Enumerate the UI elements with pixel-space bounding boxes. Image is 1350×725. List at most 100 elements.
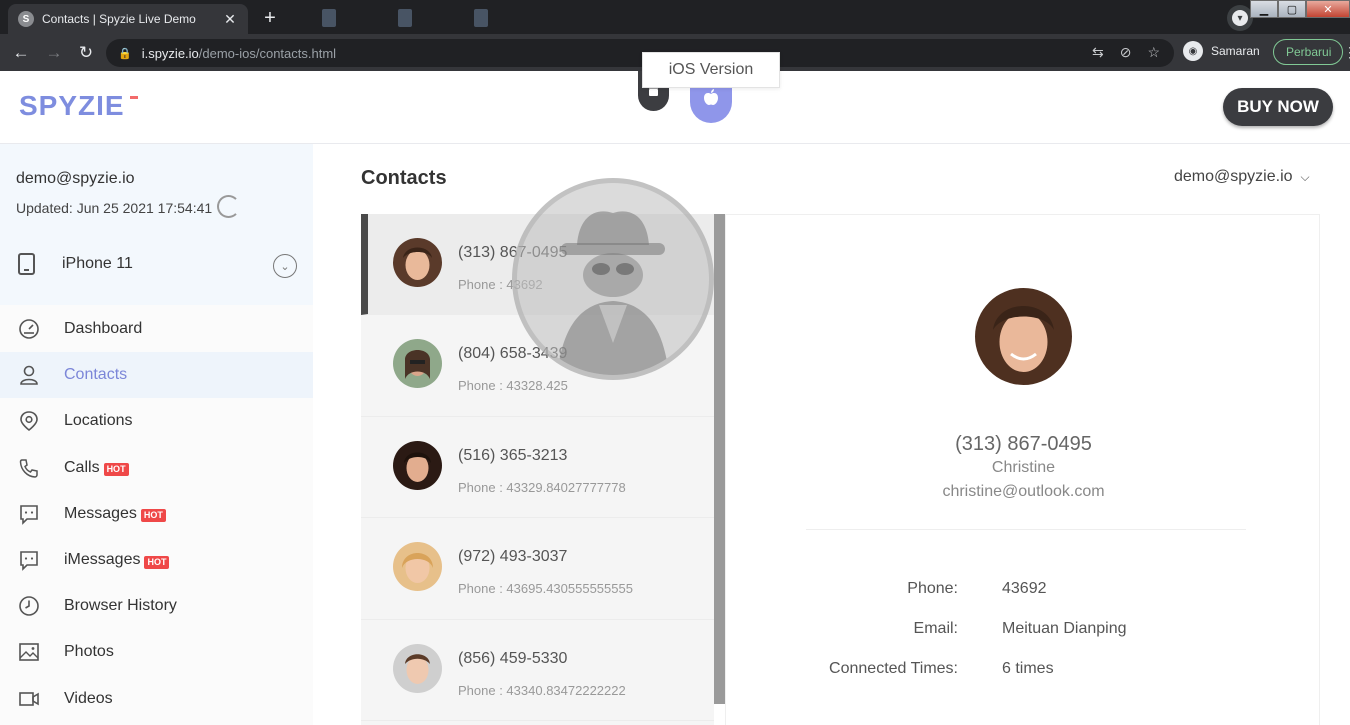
tracking-blocked-eye-icon[interactable]: ⊘ [1120, 44, 1132, 61]
device-selector[interactable]: iPhone 11 [18, 253, 133, 275]
hot-badge: HOT [140, 509, 166, 523]
back-arrow-icon[interactable]: ← [8, 40, 34, 66]
contact-detail-phone: (313) 867-0495 [955, 433, 1092, 455]
contact-list-item[interactable]: (516) 365-3213 Phone : 43329.84027777778 [361, 417, 714, 519]
background-tab-icon[interactable] [322, 9, 336, 27]
phone-call-icon [18, 457, 40, 479]
contact-avatar [393, 339, 442, 389]
update-browser-button[interactable]: Perbarui [1273, 39, 1343, 65]
detail-field-value: 6 times [1002, 660, 1054, 677]
logo-accent-mark [130, 96, 138, 99]
close-tab-icon[interactable]: ✕ [222, 11, 238, 27]
sidebar-item-label: Browser History [64, 597, 177, 615]
background-tab-icon[interactable] [398, 9, 412, 27]
buy-now-button[interactable]: BUY NOW [1223, 88, 1333, 126]
contact-list-item[interactable]: (856) 459-5330 Phone : 43340.83472222222 [361, 620, 714, 721]
sidebar: demo@spyzie.io Updated: Jun 25 2021 17:5… [0, 144, 313, 725]
address-bar-actions: ⇆ ⊘ ☆ [1092, 44, 1160, 61]
phone-device-icon [18, 253, 35, 275]
sidebar-item-label: Locations [64, 412, 133, 430]
contact-detail-email: christine@outlook.com [942, 483, 1105, 500]
chevron-down-icon: ⌵ [1300, 169, 1310, 184]
url-path: /demo-ios/contacts.html [198, 45, 337, 61]
contact-avatar [393, 440, 442, 490]
detail-field-value: Meituan Dianping [1002, 620, 1127, 637]
imessage-icon [18, 549, 40, 571]
contact-detail: Phone : 43695.430555555555 [458, 581, 633, 597]
contact-avatar [393, 542, 442, 592]
sidebar-menu: Dashboard Contacts Locations Calls HOT M… [0, 306, 313, 722]
user-account-menu[interactable]: demo@spyzie.io ⌵ [1174, 168, 1310, 186]
sidebar-item-label: Dashboard [64, 320, 143, 338]
contact-phone: (804) 658-3439 [458, 345, 568, 363]
sidebar-item-label: iMessages [64, 551, 141, 569]
address-bar[interactable]: 🔒 i.spyzie.io/demo-ios/contacts.html ⇆ ⊘… [106, 39, 1174, 67]
window-controls: ▁ ▢ ✕ [1250, 0, 1350, 18]
contact-list-item[interactable]: (972) 493-3037 Phone : 43695.43055555555… [361, 518, 714, 620]
minimize-window-button[interactable]: ▁ [1250, 0, 1278, 18]
sidebar-item-browser-history[interactable]: Browser History [0, 583, 313, 629]
sidebar-item-label: Videos [64, 689, 113, 707]
contact-avatar [393, 643, 442, 693]
dashboard-icon [18, 318, 40, 340]
browser-menu-icon[interactable]: ⋮ [1343, 44, 1350, 61]
spyzie-favicon-icon: S [18, 11, 34, 27]
contact-list-item[interactable]: (313) 867-0495 Phone : 43692 [361, 214, 714, 316]
chevron-down-icon: ▾ [1232, 10, 1248, 26]
contact-detail: Phone : 43692 [458, 277, 543, 292]
contact-avatar [393, 238, 442, 287]
new-tab-button[interactable]: + [258, 7, 282, 29]
hot-badge: HOT [144, 555, 170, 569]
sidebar-item-photos[interactable]: Photos [0, 629, 313, 675]
contact-detail-avatar [975, 288, 1072, 385]
incognito-icon: ◉ [1183, 41, 1203, 61]
device-name: iPhone 11 [62, 255, 133, 272]
sidebar-item-messages[interactable]: Messages HOT [0, 491, 313, 537]
sidebar-item-dashboard[interactable]: Dashboard [0, 306, 313, 352]
reload-icon[interactable]: ↻ [73, 40, 99, 66]
contact-detail: Phone : 43340.83472222222 [458, 682, 626, 698]
sidebar-item-label: Messages [64, 504, 137, 522]
contact-detail-name: Christine [991, 459, 1056, 476]
contact-list-item[interactable]: (804) 658-3439 Phone : 43328.425 [361, 315, 714, 417]
browser-tab-strip: S Contacts | Spyzie Live Demo ✕ + ▾ ▁ ▢ … [0, 0, 1350, 34]
contact-phone: (313) 867-0495 [458, 244, 568, 261]
contact-list-scrollbar[interactable] [714, 214, 725, 704]
profile-label: Samaran [1211, 44, 1260, 58]
device-dropdown-chevron-icon[interactable]: ⌄ [273, 254, 297, 278]
incognito-profile-button[interactable]: ◉ Samaran [1183, 41, 1260, 61]
contact-phone: (856) 459-5330 [458, 649, 568, 667]
sidebar-item-label: Contacts [64, 366, 128, 384]
sidebar-item-imessages[interactable]: iMessages HOT [0, 537, 313, 583]
sidebar-item-calls[interactable]: Calls HOT [0, 445, 313, 491]
apple-icon [704, 89, 718, 105]
sidebar-item-videos[interactable]: Videos [0, 676, 313, 722]
contact-list: (313) 867-0495 Phone : 43692 (804) 658-3… [361, 214, 714, 725]
location-pin-icon [18, 410, 40, 432]
page-title: Contacts [361, 167, 447, 189]
lock-icon[interactable]: 🔒 [118, 47, 132, 60]
video-icon [18, 688, 40, 710]
tab-title: Contacts | Spyzie Live Demo [42, 12, 196, 26]
url-host: i.spyzie.io [141, 45, 199, 61]
sidebar-item-locations[interactable]: Locations [0, 398, 313, 444]
sidebar-item-contacts[interactable]: Contacts [0, 352, 313, 399]
account-email: demo@spyzie.io [16, 170, 135, 187]
detail-field-label: Email: [913, 620, 958, 637]
close-window-button[interactable]: ✕ [1306, 0, 1350, 18]
contact-detail: Phone : 43329.84027777778 [458, 479, 626, 495]
refresh-icon[interactable] [217, 195, 240, 218]
os-version-tooltip: iOS Version [642, 52, 780, 88]
browser-tab[interactable]: S Contacts | Spyzie Live Demo ✕ [8, 4, 248, 34]
message-icon [18, 503, 40, 525]
translate-icon[interactable]: ⇆ [1092, 44, 1104, 61]
background-tab-icon[interactable] [474, 9, 488, 27]
forward-arrow-icon[interactable]: → [41, 40, 67, 66]
user-email: demo@spyzie.io [1174, 168, 1293, 185]
spyzie-logo[interactable]: SPYZIE [19, 90, 125, 122]
maximize-window-button[interactable]: ▢ [1278, 0, 1306, 18]
contact-phone: (972) 493-3037 [458, 548, 568, 566]
bookmark-star-icon[interactable]: ☆ [1147, 44, 1160, 61]
hot-badge: HOT [103, 463, 129, 477]
detail-field-label: Connected Times: [829, 660, 958, 677]
